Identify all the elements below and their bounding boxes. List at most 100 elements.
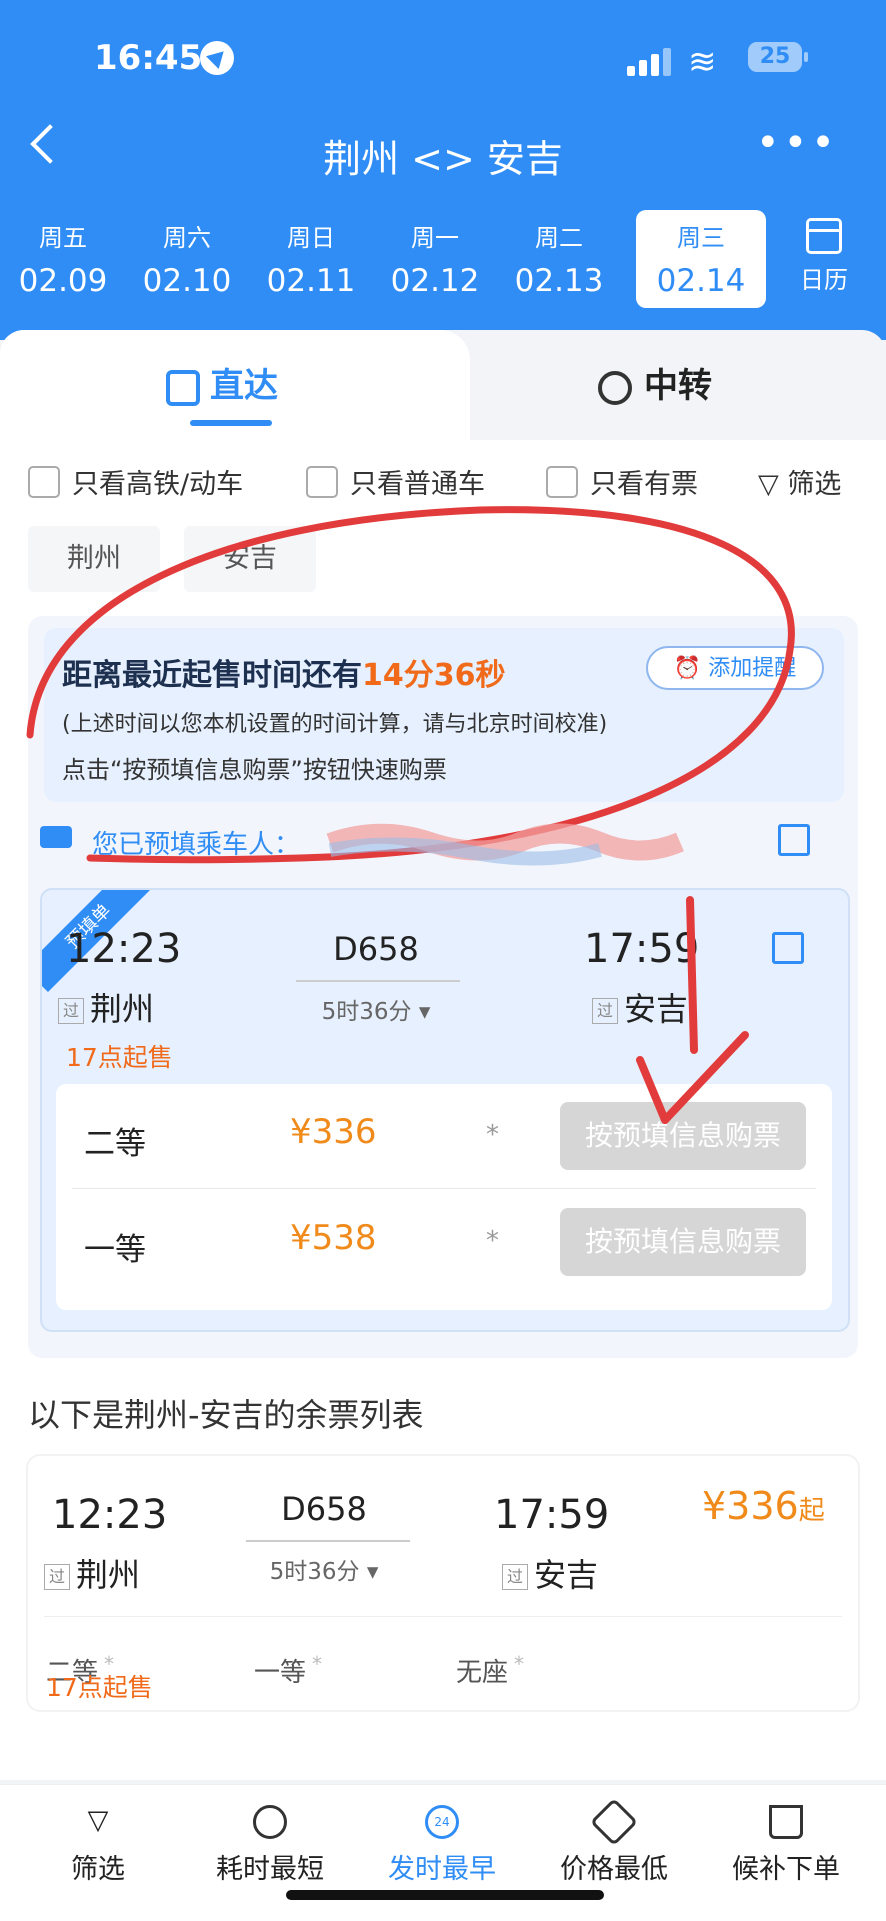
id-card-icon bbox=[40, 826, 72, 848]
seat-class: 一等 * bbox=[254, 1652, 322, 1689]
battery-icon: 25 bbox=[748, 42, 808, 72]
seat-class: 一等 bbox=[84, 1232, 146, 1268]
countdown-title: 距离最近起售时间还有14分36秒 bbox=[62, 650, 506, 694]
chevron-down-icon: ▾ bbox=[418, 999, 431, 1025]
filter-button[interactable]: ▽ 筛选 bbox=[758, 462, 841, 501]
prefilled-passenger-row[interactable]: 您已预填乘车人： bbox=[40, 816, 840, 866]
date-weekday: 周三 bbox=[677, 224, 725, 252]
depart-time: 12:23 bbox=[52, 1492, 168, 1538]
arrive-time: 17:59 bbox=[494, 1492, 610, 1538]
calendar-icon bbox=[806, 218, 842, 254]
prefilled-train-card: 预填单 12:23 D658 5时36分 ▾ 17:59 过荆州 过安吉 17点… bbox=[40, 888, 850, 1332]
seat-availability: * bbox=[514, 1652, 525, 1676]
edit-icon[interactable] bbox=[778, 824, 810, 856]
date-value: 02.13 bbox=[514, 263, 604, 299]
remaining-tickets-title: 以下是荆州-安吉的余票列表 bbox=[28, 1396, 424, 1434]
filter-normal-label: 只看普通车 bbox=[350, 469, 485, 500]
lowest-price: ¥336起 bbox=[702, 1484, 825, 1528]
seat-price: ¥538 bbox=[290, 1218, 377, 1258]
pass-tag: 过 bbox=[592, 998, 618, 1024]
duration[interactable]: 5时36分 ▾ bbox=[286, 992, 466, 1026]
add-reminder-button[interactable]: ⏰ 添加提醒 bbox=[646, 646, 824, 690]
from-station: 过荆州 bbox=[44, 1550, 140, 1596]
date-item[interactable]: 周一 02.12 bbox=[380, 210, 490, 308]
route-title: 荆州 <> 安吉 bbox=[323, 137, 563, 181]
depart-time: 12:23 bbox=[66, 926, 182, 972]
24h-icon: 24 bbox=[425, 1805, 459, 1839]
seat-row: 二等 ¥336 * 按预填信息购票 bbox=[56, 1084, 832, 1189]
duration-line bbox=[296, 980, 460, 982]
station-chip-to[interactable]: 安吉 bbox=[184, 526, 316, 592]
sale-time: 17点起售 bbox=[66, 1043, 173, 1072]
date-item[interactable]: 周二 02.13 bbox=[504, 210, 614, 308]
bottom-lowest-price[interactable]: 价格最低 bbox=[534, 1797, 694, 1886]
seat-options: 二等 ¥336 * 按预填信息购票 一等 ¥538 * 按预填信息购票 bbox=[56, 1084, 832, 1310]
edit-icon[interactable] bbox=[772, 932, 804, 964]
to-station-name: 安吉 bbox=[624, 990, 689, 1028]
sale-countdown-notice: 距离最近起售时间还有14分36秒 ⏰ 添加提醒 (上述时间以您本机设置的时间计算… bbox=[44, 628, 844, 802]
duration-line bbox=[246, 1540, 410, 1542]
checkbox-icon bbox=[306, 465, 338, 498]
from-station-name: 荆州 bbox=[90, 990, 155, 1028]
seat-availability: * bbox=[486, 1120, 499, 1150]
price-tag-icon bbox=[589, 1797, 639, 1847]
funnel-icon: ▽ bbox=[87, 1805, 109, 1836]
status-bar: 16:45 ≋ 25 bbox=[0, 38, 886, 88]
date-weekday: 周六 bbox=[163, 224, 211, 252]
countdown-note: (上述时间以您本机设置的时间计算，请与北京时间校准) bbox=[62, 712, 608, 737]
pass-tag: 过 bbox=[502, 1564, 528, 1590]
seat-class-name: 无座 bbox=[456, 1658, 509, 1688]
buy-with-prefill-button[interactable]: 按预填信息购票 bbox=[560, 1102, 806, 1170]
tab-transfer-label: 中转 bbox=[644, 366, 712, 406]
divider bbox=[72, 1188, 816, 1189]
bottom-waitlist-order[interactable]: 候补下单 bbox=[706, 1805, 866, 1886]
station-chip-from[interactable]: 荆州 bbox=[28, 526, 160, 592]
wifi-icon: ≋ bbox=[688, 42, 717, 82]
date-item[interactable]: 周六 02.10 bbox=[132, 210, 242, 308]
date-item-selected[interactable]: 周三 02.14 bbox=[636, 210, 766, 308]
bottom-shortest-duration[interactable]: 耗时最短 bbox=[190, 1805, 350, 1886]
filter-hsr-checkbox[interactable]: 只看高铁/动车 bbox=[28, 462, 243, 501]
location-arrow-icon bbox=[200, 41, 234, 75]
calendar-button[interactable]: 日历 bbox=[784, 218, 864, 295]
seat-class-name: 一等 bbox=[254, 1658, 307, 1688]
date-item[interactable]: 周日 02.11 bbox=[256, 210, 366, 308]
seat-class: 二等 bbox=[84, 1126, 146, 1162]
date-item[interactable]: 周五 02.09 bbox=[8, 210, 118, 308]
home-indicator bbox=[286, 1890, 604, 1900]
tab-underline bbox=[190, 420, 272, 426]
price-value: ¥336 bbox=[702, 1484, 799, 1528]
calendar-label: 日历 bbox=[800, 266, 848, 294]
bottom-lowest-label: 价格最低 bbox=[560, 1854, 668, 1885]
date-value: 02.10 bbox=[142, 263, 232, 299]
more-options-icon[interactable]: ••• bbox=[756, 120, 839, 166]
add-reminder-label: 添加提醒 bbox=[708, 656, 797, 681]
date-selector: 周五 02.09 周六 02.10 周日 02.11 周一 02.12 周二 0… bbox=[0, 210, 886, 310]
bottom-toolbar: ▽ 筛选 耗时最短 24 发时最早 价格最低 候补下单 bbox=[0, 1784, 886, 1921]
checkbox-icon bbox=[546, 465, 578, 498]
sale-time: 17点起售 bbox=[46, 1673, 153, 1702]
bottom-waitlist-label: 候补下单 bbox=[732, 1854, 840, 1885]
seat-price: ¥336 bbox=[290, 1112, 377, 1152]
transfer-train-icon bbox=[598, 370, 632, 405]
duration[interactable]: 5时36分 ▾ bbox=[234, 1552, 414, 1586]
filter-button-label: 筛选 bbox=[787, 469, 842, 500]
pass-tag: 过 bbox=[58, 998, 84, 1024]
buy-with-prefill-button[interactable]: 按预填信息购票 bbox=[560, 1208, 806, 1276]
header-bar: 16:45 ≋ 25 荆州 <> 安吉 ••• 周五 02.09 周六 02.1… bbox=[0, 0, 886, 340]
tab-direct[interactable]: 直达 bbox=[0, 330, 470, 440]
filter-available-checkbox[interactable]: 只看有票 bbox=[546, 462, 698, 501]
funnel-icon: ▽ bbox=[758, 469, 779, 500]
alarm-clock-icon: ⏰ bbox=[673, 656, 702, 681]
train-number: D658 bbox=[281, 1490, 367, 1528]
date-weekday: 周二 bbox=[535, 224, 583, 252]
filter-normal-checkbox[interactable]: 只看普通车 bbox=[306, 462, 485, 501]
tab-transfer[interactable]: 中转 bbox=[598, 358, 712, 407]
train-list-item[interactable]: 12:23 D658 5时36分 ▾ 17:59 ¥336起 过荆州 过安吉 二… bbox=[28, 1456, 858, 1710]
tab-direct-label: 直达 bbox=[210, 366, 278, 406]
date-weekday: 周日 bbox=[287, 224, 335, 252]
seat-availability: * bbox=[486, 1226, 499, 1256]
bottom-earliest-departure[interactable]: 24 发时最早 bbox=[362, 1805, 522, 1886]
arrive-time: 17:59 bbox=[584, 926, 700, 972]
bottom-filter[interactable]: ▽ 筛选 bbox=[18, 1805, 178, 1886]
